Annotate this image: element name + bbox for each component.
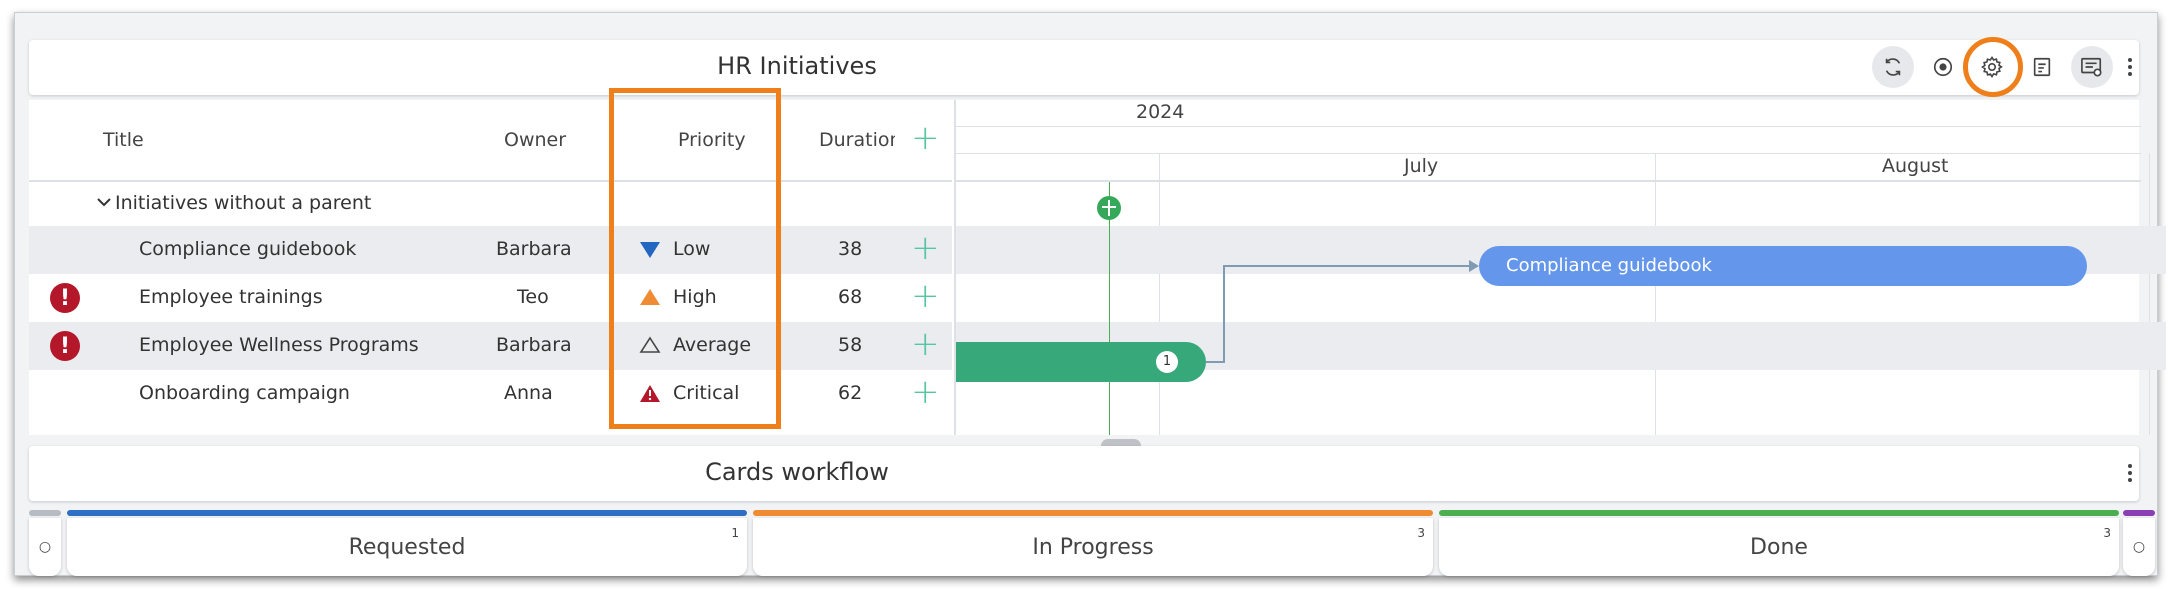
row-title[interactable]: Onboarding campaign <box>139 382 350 404</box>
row-duration: 68 <box>838 286 863 308</box>
row-owner: Barbara <box>496 238 572 260</box>
right-collapsed-bar <box>2123 510 2155 516</box>
table-row[interactable]: Onboarding campaign Anna Critical 62 + <box>29 370 952 418</box>
notes-icon <box>2033 57 2051 77</box>
timeline-month: August <box>1882 155 1949 177</box>
column-count: 3 <box>1417 526 1425 540</box>
table-row[interactable]: Compliance guidebook Barbara Low 38 + <box>29 226 952 274</box>
table-row[interactable]: ! Employee trainings Teo High 68 + <box>29 274 952 322</box>
chevron-down-icon[interactable] <box>96 196 112 208</box>
requested-bar <box>67 510 747 516</box>
row-duration: 58 <box>838 334 863 356</box>
column-done[interactable]: Done 3 <box>1439 518 2119 576</box>
table-row[interactable]: ! Employee Wellness Programs Barbara Ave… <box>29 322 952 370</box>
in-progress-bar <box>753 510 1433 516</box>
more-options-button[interactable] <box>2115 46 2145 88</box>
month-gridline <box>1655 153 1656 435</box>
row-title[interactable]: Compliance guidebook <box>139 238 356 260</box>
app-frame: HR Initiatives Title Owner Priority Dura… <box>14 12 2166 576</box>
card-settings-button[interactable] <box>2071 46 2113 88</box>
column-label: Requested <box>348 534 466 560</box>
add-row-button[interactable]: + <box>911 327 940 361</box>
group-row[interactable]: Initiatives without a parent <box>29 182 952 226</box>
alert-icon[interactable]: ! <box>50 283 80 313</box>
target-icon <box>1933 57 1953 77</box>
gantt-title: HR Initiatives <box>717 52 877 80</box>
more-vertical-icon <box>2128 58 2132 76</box>
card-settings-icon <box>2081 57 2102 77</box>
column-requested[interactable]: Requested 1 <box>67 518 747 576</box>
add-row-button[interactable]: + <box>911 375 940 409</box>
gantt-body: Title Owner Priority Duration + Initiati… <box>29 88 2166 453</box>
kanban-columns: ○ Requested 1 In Progress 3 Done 3 ○ <box>29 507 2155 576</box>
focus-button[interactable] <box>1922 46 1964 88</box>
workflow-header: Cards workflow <box>29 446 2139 501</box>
timeline: 2024 July August Compliance guidebook 1 <box>954 100 2166 435</box>
refresh-icon <box>1885 58 1901 76</box>
row-duration: 62 <box>838 382 863 404</box>
notes-button[interactable] <box>2021 46 2063 88</box>
row-duration: 38 <box>838 238 863 260</box>
collapsed-column-right[interactable]: ○ <box>2123 518 2155 576</box>
column-count: 3 <box>2103 526 2111 540</box>
add-row-button[interactable]: + <box>911 231 940 265</box>
column-header-title[interactable]: Title <box>103 129 144 151</box>
workflow-more-button[interactable] <box>2115 452 2145 494</box>
left-collapsed-bar <box>29 510 61 516</box>
workflow-title: Cards workflow <box>705 458 889 486</box>
column-in-progress[interactable]: In Progress 3 <box>753 518 1433 576</box>
more-vertical-icon <box>2128 464 2132 482</box>
alert-icon[interactable]: ! <box>50 331 80 361</box>
done-bar <box>1439 510 2119 516</box>
priority-highlight-box <box>609 88 781 429</box>
row-owner: Teo <box>517 286 549 308</box>
row-owner: Anna <box>504 382 553 404</box>
month-gridline <box>2149 153 2150 435</box>
gantt-header: HR Initiatives <box>29 37 2139 97</box>
refresh-button[interactable] <box>1872 46 1914 88</box>
column-label: Done <box>1750 534 1808 560</box>
column-header-owner[interactable]: Owner <box>504 129 566 151</box>
column-header-duration[interactable]: Duration <box>819 129 895 151</box>
dependency-arrow <box>1206 260 1479 363</box>
row-title[interactable]: Employee trainings <box>139 286 323 308</box>
compliance-task-bar[interactable]: Compliance guidebook <box>1479 246 2087 286</box>
column-count: 1 <box>731 526 739 540</box>
settings-highlight-circle <box>1963 37 2023 97</box>
column-label: In Progress <box>1032 534 1154 560</box>
add-column-button[interactable]: + <box>911 121 940 155</box>
grid-header: Title Owner Priority Duration + <box>29 100 952 182</box>
add-row-button[interactable]: + <box>911 279 940 313</box>
collapsed-column-left[interactable]: ○ <box>29 518 61 576</box>
row-owner: Barbara <box>496 334 572 356</box>
row-title[interactable]: Employee Wellness Programs <box>139 334 419 356</box>
group-label: Initiatives without a parent <box>115 192 372 214</box>
